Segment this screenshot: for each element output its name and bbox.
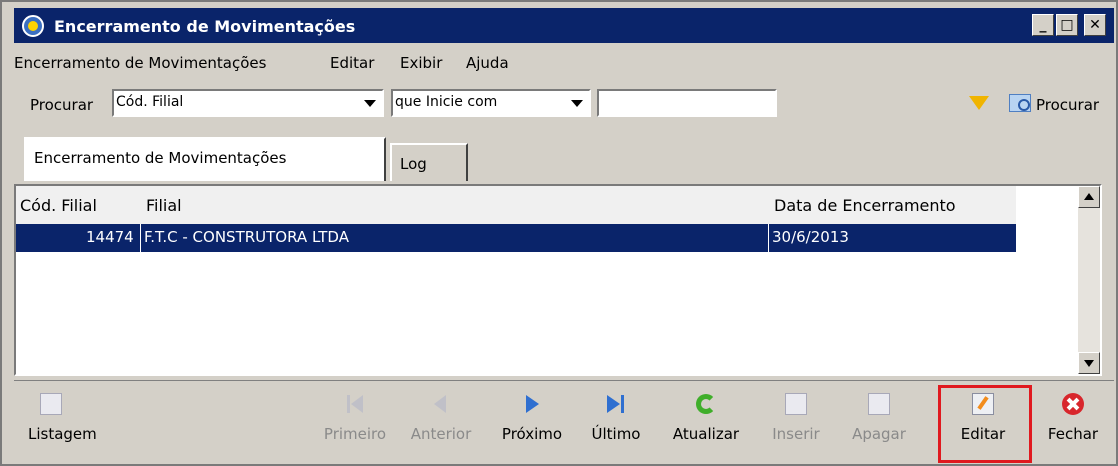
app-logo-icon bbox=[22, 15, 44, 37]
delete-icon bbox=[868, 393, 890, 415]
column-header-data[interactable]: Data de Encerramento bbox=[774, 196, 956, 215]
maximize-button[interactable]: □ bbox=[1056, 14, 1078, 36]
ultimo-button[interactable]: Último bbox=[584, 381, 648, 463]
previous-record-icon bbox=[430, 393, 452, 415]
primeiro-label: Primeiro bbox=[323, 425, 387, 443]
proximo-button[interactable]: Próximo bbox=[494, 381, 570, 463]
column-divider bbox=[140, 224, 141, 252]
document-icon bbox=[40, 393, 62, 415]
tab-log[interactable]: Log bbox=[390, 143, 468, 181]
arrow-down-icon bbox=[1084, 360, 1094, 367]
menu-encerramento[interactable]: Encerramento de Movimentações bbox=[14, 54, 266, 72]
chevron-down-icon bbox=[364, 100, 376, 107]
listagem-label: Listagem bbox=[28, 425, 97, 443]
table-row[interactable]: 14474 F.T.C - CONSTRUTORA LTDA 30/6/2013 bbox=[16, 224, 1016, 252]
chevron-down-icon bbox=[571, 100, 583, 107]
apagar-label: Apagar bbox=[852, 425, 906, 443]
search-icon[interactable] bbox=[1009, 94, 1031, 112]
search-input[interactable] bbox=[597, 89, 777, 117]
fechar-label: Fechar bbox=[1047, 425, 1099, 443]
atualizar-label: Atualizar bbox=[672, 425, 740, 443]
menu-ajuda[interactable]: Ajuda bbox=[466, 54, 509, 72]
listagem-button[interactable]: Listagem bbox=[28, 381, 108, 463]
proximo-label: Próximo bbox=[501, 425, 563, 443]
title-bar[interactable]: Encerramento de Movimentações _ □ ✕ bbox=[14, 8, 1114, 43]
search-field-value: Cód. Filial bbox=[116, 94, 184, 110]
menu-exibir[interactable]: Exibir bbox=[400, 54, 442, 72]
records-grid: Cód. Filial Filial Data de Encerramento … bbox=[14, 184, 1102, 376]
scroll-up-button[interactable] bbox=[1078, 186, 1100, 208]
apagar-button[interactable]: Apagar bbox=[844, 381, 914, 463]
cell-data: 30/6/2013 bbox=[772, 228, 849, 246]
search-condition-select[interactable]: que Inicie com bbox=[391, 89, 591, 117]
bottom-toolbar: Listagem Primeiro Anterior Próximo Últim… bbox=[14, 380, 1114, 463]
search-label: Procurar bbox=[30, 96, 94, 114]
next-record-icon bbox=[521, 393, 543, 415]
last-record-icon bbox=[605, 393, 627, 415]
editar-highlight-box bbox=[938, 385, 1032, 463]
tab-encerramento[interactable]: Encerramento de Movimentações bbox=[24, 137, 386, 181]
insert-icon bbox=[785, 393, 807, 415]
app-window: Encerramento de Movimentações _ □ ✕ Ence… bbox=[0, 0, 1118, 466]
window-title: Encerramento de Movimentações bbox=[54, 17, 356, 36]
column-divider bbox=[768, 224, 769, 252]
close-icon bbox=[1062, 393, 1084, 415]
scroll-down-button[interactable] bbox=[1078, 352, 1100, 374]
grid-header: Cód. Filial Filial Data de Encerramento bbox=[16, 186, 1016, 224]
cell-filial: F.T.C - CONSTRUTORA LTDA bbox=[144, 228, 349, 246]
cell-cod-filial: 14474 bbox=[86, 228, 134, 246]
atualizar-button[interactable]: Atualizar bbox=[664, 381, 748, 463]
inserir-label: Inserir bbox=[772, 425, 820, 443]
inserir-button[interactable]: Inserir bbox=[762, 381, 830, 463]
column-header-cod-filial[interactable]: Cód. Filial bbox=[20, 196, 97, 215]
search-bar: Procurar Cód. Filial que Inicie com Proc… bbox=[14, 84, 1114, 124]
first-record-icon bbox=[344, 393, 366, 415]
arrow-up-icon bbox=[1084, 193, 1094, 200]
menu-editar[interactable]: Editar bbox=[330, 54, 374, 72]
minimize-button[interactable]: _ bbox=[1032, 14, 1054, 36]
primeiro-button[interactable]: Primeiro bbox=[319, 381, 391, 463]
close-window-button[interactable]: ✕ bbox=[1084, 14, 1106, 36]
anterior-button[interactable]: Anterior bbox=[402, 381, 480, 463]
anterior-label: Anterior bbox=[410, 425, 472, 443]
search-button[interactable]: Procurar bbox=[1036, 96, 1099, 114]
filter-icon[interactable] bbox=[969, 96, 989, 110]
ultimo-label: Último bbox=[591, 425, 641, 443]
vertical-scrollbar[interactable] bbox=[1078, 186, 1100, 374]
column-header-filial[interactable]: Filial bbox=[146, 196, 182, 215]
refresh-icon bbox=[695, 393, 717, 415]
fechar-button[interactable]: Fechar bbox=[1040, 381, 1106, 463]
search-field-select[interactable]: Cód. Filial bbox=[112, 89, 384, 117]
search-condition-value: que Inicie com bbox=[395, 94, 498, 110]
